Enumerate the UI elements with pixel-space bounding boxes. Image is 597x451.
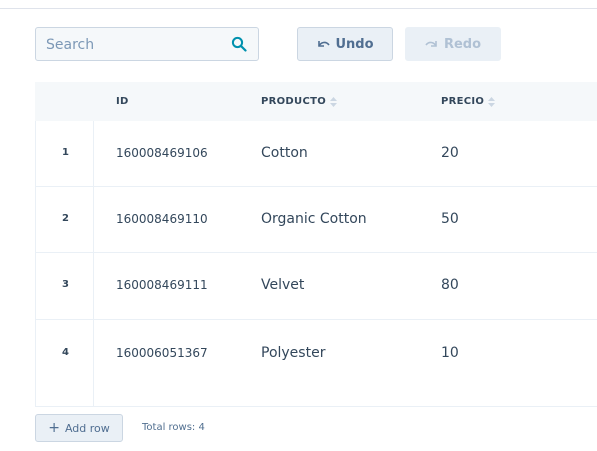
- undo-button[interactable]: Undo: [297, 27, 393, 61]
- column-header-label: PRECIO: [441, 96, 485, 107]
- cell-id[interactable]: 160006051367: [116, 346, 208, 360]
- search-placeholder: Search: [46, 37, 95, 53]
- top-divider: [0, 8, 597, 9]
- cell-id[interactable]: 160008469110: [116, 212, 208, 226]
- redo-icon: [425, 41, 437, 47]
- column-header-precio[interactable]: PRECIO: [441, 96, 496, 107]
- table-row[interactable]: 2 160008469110 Organic Cotton 50: [35, 187, 597, 253]
- table-header: ID PRODUCTO PRECIO: [35, 82, 597, 121]
- cell-producto[interactable]: Velvet: [261, 277, 304, 293]
- total-rows-count: Total rows: 4: [142, 422, 205, 433]
- add-row-label: Add row: [64, 421, 110, 435]
- cell-precio[interactable]: 20: [441, 145, 459, 161]
- cell-id[interactable]: 160008469106: [116, 146, 208, 160]
- search-input[interactable]: Search: [35, 27, 259, 61]
- row-number: 2: [62, 213, 69, 224]
- cell-producto[interactable]: Organic Cotton: [261, 211, 367, 227]
- sort-icon[interactable]: [330, 96, 338, 107]
- redo-label: Redo: [443, 36, 482, 52]
- table-row[interactable]: 1 160008469106 Cotton 20: [35, 121, 597, 187]
- table-row[interactable]: 3 160008469111 Velvet 80: [35, 253, 597, 320]
- undo-icon: [318, 41, 331, 47]
- row-number: 1: [62, 147, 69, 158]
- cell-precio[interactable]: 50: [441, 211, 459, 227]
- search-icon[interactable]: [231, 36, 247, 52]
- redo-button[interactable]: Redo: [405, 27, 501, 61]
- undo-label: Undo: [335, 36, 374, 52]
- plus-icon: +: [48, 420, 60, 436]
- row-number: 4: [62, 347, 69, 358]
- cell-id[interactable]: 160008469111: [116, 278, 208, 292]
- cell-producto[interactable]: Polyester: [261, 345, 325, 361]
- sort-icon[interactable]: [488, 96, 496, 107]
- spreadsheet-editor: Search Undo Redo ID PRODUCTO PRECIO 1 16…: [0, 0, 597, 451]
- cell-precio[interactable]: 80: [441, 277, 459, 293]
- cell-precio[interactable]: 10: [441, 345, 459, 361]
- add-row-button[interactable]: + Add row: [35, 414, 123, 442]
- column-header-producto[interactable]: PRODUCTO: [261, 96, 338, 107]
- column-header-label: PRODUCTO: [261, 96, 327, 107]
- row-number: 3: [62, 279, 69, 290]
- table-row[interactable]: 4 160006051367 Polyester 10: [35, 320, 597, 407]
- cell-producto[interactable]: Cotton: [261, 145, 308, 161]
- column-header-label: ID: [116, 96, 129, 107]
- column-header-id[interactable]: ID: [116, 96, 129, 107]
